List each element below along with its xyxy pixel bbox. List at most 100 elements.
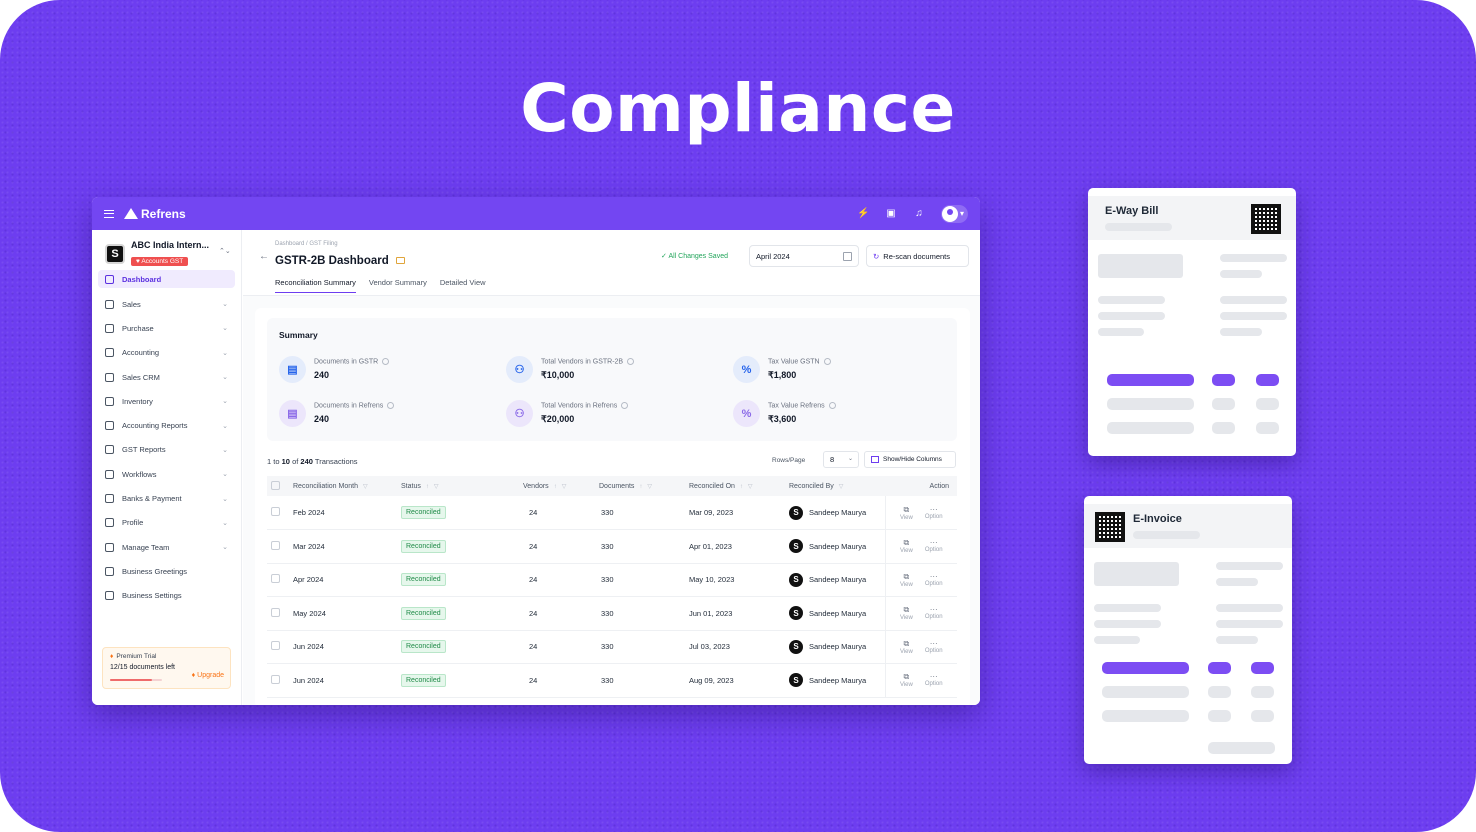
col-reconciled-by[interactable]: Reconciled By ▽ — [785, 476, 885, 496]
table-row[interactable]: Jun 2024 Reconciled 24 330 Jul 03, 2023 S Sand… — [267, 630, 957, 664]
upgrade-button[interactable]: ♦ Upgrade — [192, 672, 224, 679]
tab-vendor-summary[interactable]: Vendor Summary — [369, 278, 427, 293]
col-documents[interactable]: Documents ↑ ▽ — [595, 476, 685, 496]
transaction-count: 1 to 10 of 240 Transactions — [267, 457, 358, 466]
skeleton-block — [1098, 254, 1183, 278]
sort-icon: ↑ — [425, 483, 429, 490]
cell-month: Feb 2024 — [289, 496, 397, 530]
menu-icon[interactable] — [104, 209, 114, 218]
cell-vendors: 24 — [519, 596, 595, 631]
option-button[interactable]: ··· Option — [925, 639, 943, 655]
cell-documents: 330 — [595, 596, 685, 631]
rows-per-page-select[interactable]: 8 ⌄ — [823, 451, 859, 468]
diamond-icon: ♦ — [110, 653, 114, 660]
row-checkbox[interactable] — [271, 507, 280, 516]
breadcrumb[interactable]: Dashboard / GST Filing — [275, 241, 338, 247]
row-checkbox[interactable] — [271, 540, 280, 550]
option-button[interactable]: ··· Option — [925, 572, 943, 588]
tab-detailed-view[interactable]: Detailed View — [440, 278, 486, 293]
sidebar-item-sales[interactable]: Sales ⌄ — [98, 292, 235, 316]
table-row[interactable]: Apr 2024 Reconciled 24 330 May 10, 2023 S Sand… — [267, 563, 957, 597]
avatar-icon — [941, 205, 958, 222]
chevron-down-icon: ⌄ — [222, 519, 228, 527]
cell-vendors: 24 — [519, 563, 595, 597]
cell-reconciled-on: Mar 09, 2023 — [685, 496, 785, 530]
view-button[interactable]: ⧉ View — [900, 538, 913, 554]
gift-icon[interactable]: ▣ — [885, 208, 897, 219]
sidebar-item-profile[interactable]: Profile ⌄ — [98, 511, 235, 535]
skeleton-line — [1216, 604, 1283, 612]
view-button[interactable]: ⧉ View — [900, 672, 913, 688]
select-all-checkbox[interactable] — [271, 480, 280, 490]
skeleton-highlight — [1107, 374, 1194, 386]
sidebar-item-manage-team[interactable]: Manage Team ⌄ — [98, 535, 235, 559]
sidebar-item-inventory[interactable]: Inventory ⌄ — [98, 389, 235, 413]
view-button[interactable]: ⧉ View — [900, 605, 913, 621]
sidebar-item-purchase[interactable]: Purchase ⌄ — [98, 316, 235, 340]
profile-menu[interactable]: ▾ — [940, 204, 968, 223]
rescan-documents-button[interactable]: ↻ Re-scan documents — [866, 245, 969, 267]
skeleton-line — [1208, 742, 1275, 754]
skeleton-line — [1220, 328, 1262, 336]
option-button[interactable]: ··· Option — [925, 505, 943, 521]
col-reconciliation-month[interactable]: Reconciliation Month ▽ — [289, 476, 397, 496]
status-badge: Reconciled — [401, 606, 446, 620]
org-switcher[interactable]: S ABC India Intern... ♥ Accounts GST — [105, 240, 209, 268]
option-button[interactable]: ··· Option — [925, 538, 943, 554]
option-button[interactable]: ··· Option — [925, 672, 943, 688]
sidebar-item-dashboard[interactable]: Dashboard — [98, 270, 235, 288]
table-row[interactable]: Feb 2024 Reconciled 24 330 Mar 09, 2023 S Sand… — [267, 496, 957, 530]
bell-icon[interactable]: ♫ — [913, 208, 925, 219]
table-row[interactable]: Mar 2024 Reconciled 24 330 Apr 01, 2023 S Sand… — [267, 529, 957, 564]
brand-name[interactable]: Refrens — [141, 207, 186, 221]
view-button[interactable]: ⧉ View — [900, 505, 913, 521]
trial-progress — [110, 679, 162, 681]
app-window: Refrens ⚡ ▣ ♫ ▾ S ABC India Intern... ♥ … — [92, 197, 980, 705]
sidebar-item-accounting[interactable]: Accounting ⌄ — [98, 341, 235, 365]
sidebar-item-business-greetings[interactable]: Business Greetings — [98, 559, 235, 583]
bolt-icon[interactable]: ⚡ — [857, 208, 869, 219]
show-hide-columns-button[interactable]: Show/Hide Columns — [864, 451, 956, 468]
table-row[interactable]: May 2024 Reconciled 24 330 Jun 01, 2023 S Sand… — [267, 596, 957, 631]
view-button[interactable]: ⧉ View — [900, 639, 913, 655]
filter-icon: ▽ — [838, 483, 844, 490]
sidebar-item-gst-reports[interactable]: GST Reports ⌄ — [98, 438, 235, 462]
skeleton-line — [1220, 254, 1287, 262]
cell-reconciled-by: Sandeep Maurya — [809, 575, 867, 585]
row-checkbox[interactable] — [271, 641, 280, 651]
sidebar-item-accounting-reports[interactable]: Accounting Reports ⌄ — [98, 413, 235, 437]
report-icon — [105, 421, 114, 431]
table-row[interactable]: Jun 2024 Reconciled 24 330 Aug 09, 2023 S Sand… — [267, 663, 957, 698]
row-checkbox[interactable] — [271, 674, 280, 684]
cell-reconciled-on: May 10, 2023 — [685, 563, 785, 597]
month-picker[interactable]: April 2024 — [749, 245, 859, 267]
workflow-icon — [105, 469, 114, 479]
cell-vendors: 24 — [519, 663, 595, 698]
row-checkbox[interactable] — [271, 574, 280, 584]
percent-icon: % — [733, 400, 760, 427]
book-icon[interactable] — [395, 257, 405, 265]
option-button[interactable]: ··· Option — [925, 605, 943, 621]
chevron-down-icon: ⌄ — [222, 301, 228, 309]
col-status[interactable]: Status ↑ ▽ — [397, 476, 519, 496]
external-link-icon: ⧉ — [903, 605, 910, 615]
sidebar-item-banks[interactable]: Banks & Payment ⌄ — [98, 486, 235, 510]
summary-panel: Summary ▤ Documents in GSTR 240 ⚇ Total … — [267, 318, 957, 441]
col-vendors[interactable]: Vendors ↑ ▽ — [519, 476, 595, 496]
sidebar-item-sales-crm[interactable]: Sales CRM ⌄ — [98, 365, 235, 389]
skeleton-line — [1251, 710, 1274, 722]
view-button[interactable]: ⧉ View — [900, 572, 913, 588]
tab-reconciliation-summary[interactable]: Reconciliation Summary — [275, 278, 356, 293]
filter-icon: ▽ — [747, 483, 753, 490]
cell-reconciled-by: Sandeep Maurya — [809, 642, 867, 652]
back-arrow-icon[interactable]: ← — [259, 251, 269, 262]
skeleton-line — [1107, 398, 1194, 410]
sidebar-item-business-settings[interactable]: Business Settings — [98, 584, 235, 608]
stat-tax-gstn: % Tax Value GSTN ₹1,800 — [733, 356, 933, 386]
col-reconciled-on[interactable]: Reconciled On ↑ ▽ — [685, 476, 785, 496]
external-link-icon: ⧉ — [903, 638, 910, 648]
sidebar-item-workflows[interactable]: Workflows ⌄ — [98, 462, 235, 486]
bank-icon — [105, 494, 114, 504]
row-checkbox[interactable] — [271, 607, 280, 617]
updown-icon[interactable]: ⌃⌄ — [219, 247, 231, 255]
